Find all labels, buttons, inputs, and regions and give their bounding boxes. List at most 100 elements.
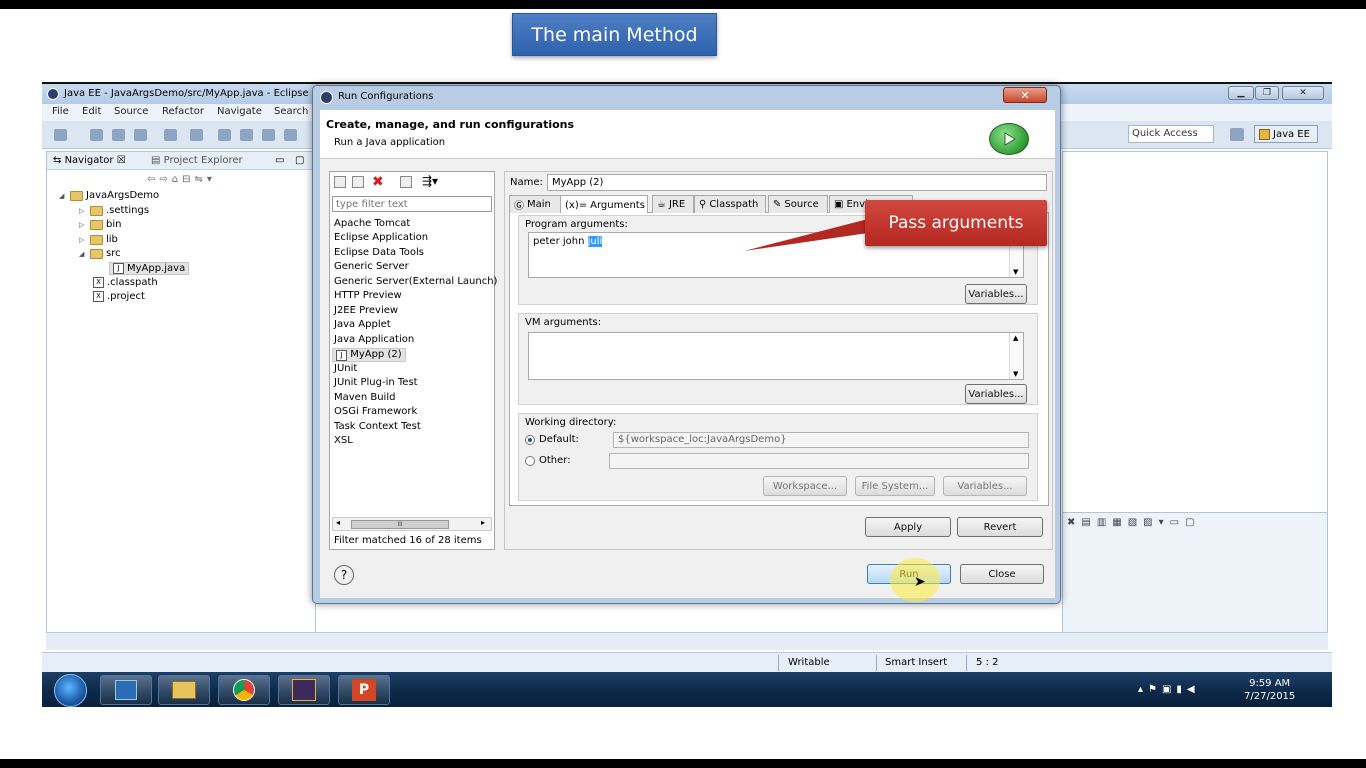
other-radio[interactable]	[525, 456, 535, 466]
jre-tab-icon: ☕	[657, 199, 666, 210]
scroll-left-icon[interactable]: ◂	[336, 518, 340, 527]
config-java-application[interactable]: Java Application	[334, 334, 414, 345]
new-config-icon[interactable]	[334, 176, 346, 188]
taskbar-powerpoint[interactable]: P	[338, 675, 390, 705]
quick-access-input[interactable]: Quick Access	[1128, 125, 1214, 143]
config-list-scrollbar[interactable]: ◂ III ▸	[332, 517, 492, 531]
working-dir-variables-button[interactable]: Variables...	[943, 476, 1027, 496]
forward-icon[interactable]: ⇨	[159, 174, 171, 185]
config-generic-server[interactable]: Generic Server	[334, 261, 409, 272]
tab-main[interactable]: Ⓖ Main	[509, 195, 561, 213]
tab-project-explorer[interactable]: ▤ Project Explorer	[151, 155, 243, 166]
perspective-java-ee[interactable]: Java EE	[1254, 125, 1318, 143]
other-directory-field[interactable]	[609, 453, 1029, 469]
tab-navigator[interactable]: ⇆ Navigator ☒	[53, 155, 126, 166]
config-java-applet[interactable]: Java Applet	[334, 319, 391, 330]
home-icon[interactable]: ⌂	[172, 174, 182, 185]
config-eclipse-application[interactable]: Eclipse Application	[334, 232, 428, 243]
config-eclipse-data-tools[interactable]: Eclipse Data Tools	[334, 247, 424, 258]
taskbar-explorer[interactable]	[158, 675, 210, 705]
vm-variables-button[interactable]: Variables...	[965, 384, 1027, 404]
tree-item-project[interactable]: X .project	[93, 291, 145, 302]
apply-button[interactable]: Apply	[865, 517, 951, 537]
window-close-button[interactable]: ✕	[1282, 86, 1324, 100]
close-icon[interactable]: ☒	[117, 155, 126, 166]
help-icon[interactable]: ?	[334, 565, 354, 585]
taskbar-app-tool[interactable]	[100, 675, 152, 705]
duplicate-config-icon[interactable]	[352, 176, 364, 188]
save-icon[interactable]	[90, 129, 103, 141]
config-apache-tomcat[interactable]: Apache Tomcat	[334, 218, 410, 229]
maximize-button[interactable]: ❐	[1255, 86, 1279, 100]
system-tray[interactable]: ▴⚑▣▮◀	[1138, 684, 1200, 695]
filter-input[interactable]	[332, 196, 492, 212]
back-icon[interactable]: ⇦	[147, 174, 159, 185]
tab-jre[interactable]: ☕ JRE	[652, 195, 694, 213]
scroll-thumb[interactable]: III	[351, 520, 449, 529]
menu-refactor[interactable]: Refactor	[162, 106, 204, 117]
default-radio[interactable]	[525, 435, 535, 445]
taskbar-chrome[interactable]	[218, 675, 270, 705]
tree-item-classpath[interactable]: X .classpath	[93, 277, 158, 288]
config-task-context-test[interactable]: Task Context Test	[334, 421, 421, 432]
scroll-right-icon[interactable]: ▸	[481, 518, 485, 527]
menu-file[interactable]: File	[52, 106, 69, 117]
vm-arguments-textarea[interactable]: ▲ ▼	[528, 332, 1024, 380]
folder-icon	[90, 248, 103, 259]
collapse-all-icon[interactable]: ⊟	[182, 174, 194, 185]
revert-button[interactable]: Revert	[957, 517, 1043, 537]
tree-item-settings[interactable]: ▷ .settings	[79, 205, 149, 216]
delete-config-icon[interactable]: ✖	[372, 174, 384, 190]
tree-item-myapp-java[interactable]: J MyApp.java	[109, 262, 190, 275]
build-icon[interactable]	[164, 129, 177, 141]
config-generic-server-external[interactable]: Generic Server(External Launch)	[334, 276, 497, 287]
disconnect-icon[interactable]	[284, 129, 297, 141]
menu-navigate[interactable]: Navigate	[217, 106, 262, 117]
menu-search[interactable]: Search	[274, 106, 308, 117]
save-all-icon[interactable]	[112, 129, 125, 141]
new-icon[interactable]	[54, 129, 67, 141]
tree-item-src[interactable]: ◢ src	[79, 248, 121, 259]
resume-icon[interactable]	[218, 129, 231, 141]
program-variables-button[interactable]: Variables...	[965, 284, 1027, 304]
taskbar-clock[interactable]: 9:59 AM 7/27/2015	[1244, 677, 1295, 703]
link-editor-icon[interactable]: ⇋	[195, 174, 207, 185]
print-icon[interactable]	[134, 129, 147, 141]
filter-icon[interactable]: ⇶▾	[422, 174, 438, 188]
tree-item-lib[interactable]: ▷ lib	[79, 234, 118, 245]
config-http-preview[interactable]: HTTP Preview	[334, 290, 402, 301]
horizontal-scroll-bar[interactable]	[46, 632, 1328, 650]
textarea-scrollbar[interactable]: ▲ ▼	[1009, 333, 1023, 379]
minimize-button[interactable]: ▁	[1228, 86, 1254, 100]
config-junit-plugin-test[interactable]: JUnit Plug-in Test	[334, 377, 418, 388]
config-j2ee-preview[interactable]: J2EE Preview	[334, 305, 398, 316]
tab-classpath[interactable]: ⚲ Classpath	[694, 195, 766, 213]
collapse-all-icon[interactable]	[400, 176, 412, 188]
taskbar-eclipse[interactable]	[278, 675, 330, 705]
tree-item-bin[interactable]: ▷ bin	[79, 219, 121, 230]
maximize-view-icon[interactable]: ▢	[295, 155, 304, 166]
menu-edit[interactable]: Edit	[82, 106, 101, 117]
open-perspective-icon[interactable]	[1230, 128, 1244, 141]
chrome-icon	[233, 679, 255, 701]
workspace-button[interactable]: Workspace...	[763, 476, 847, 496]
config-osgi-framework[interactable]: OSGi Framework	[334, 406, 417, 417]
minimize-view-icon[interactable]: ▭	[275, 155, 284, 166]
file-system-button[interactable]: File System...	[855, 476, 935, 496]
dialog-close-button[interactable]: ✕	[1003, 87, 1047, 103]
config-junit[interactable]: JUnit	[334, 363, 357, 374]
start-button[interactable]	[54, 674, 87, 707]
suspend-icon[interactable]	[240, 129, 253, 141]
skip-breakpoints-icon[interactable]	[190, 129, 203, 141]
view-menu-icon[interactable]: ▾	[207, 174, 216, 185]
menu-source[interactable]: Source	[114, 106, 148, 117]
close-button[interactable]: Close	[960, 564, 1044, 584]
tab-arguments[interactable]: (x)= Arguments	[560, 195, 648, 214]
config-myapp-2[interactable]: J MyApp (2)	[332, 348, 406, 362]
config-xsl[interactable]: XSL	[334, 435, 353, 446]
tab-source[interactable]: ✎ Source	[768, 195, 828, 213]
terminate-icon[interactable]	[262, 129, 275, 141]
tree-item-javaargsdemo[interactable]: ◢ JavaArgsDemo	[59, 190, 159, 201]
name-field[interactable]: MyApp (2)	[547, 174, 1047, 191]
config-maven-build[interactable]: Maven Build	[334, 392, 395, 403]
